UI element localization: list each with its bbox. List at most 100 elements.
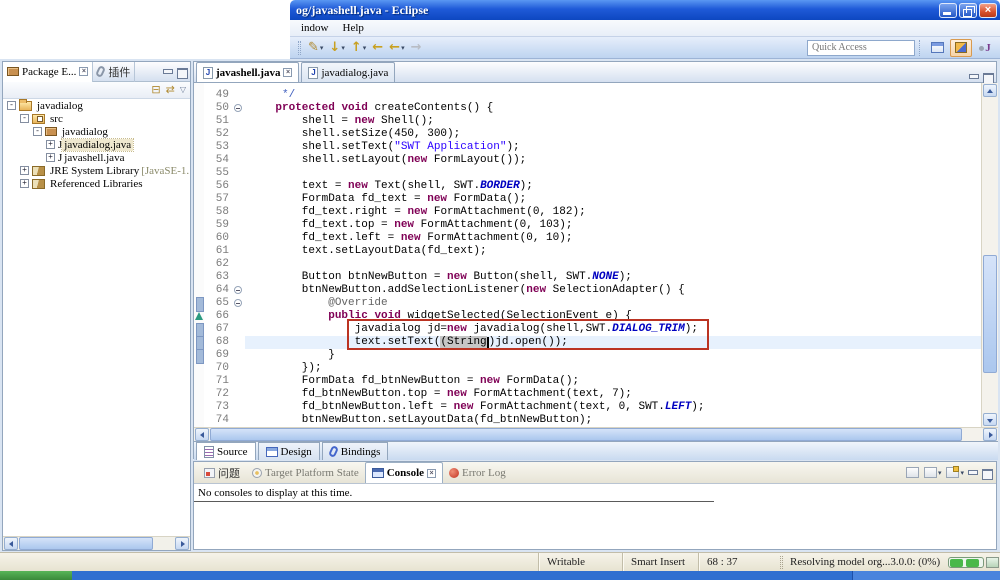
maximize-console-icon[interactable] xyxy=(981,468,992,478)
code-line[interactable]: }); xyxy=(245,362,981,375)
collapse-icon[interactable] xyxy=(234,286,242,294)
tree-item-src[interactable]: -src xyxy=(3,112,190,125)
fold-cell[interactable] xyxy=(232,102,245,115)
tree-item-javadialog[interactable]: -javadialog xyxy=(3,99,190,112)
code-line[interactable]: fd_text.top = new FormAttachment(0, 103)… xyxy=(245,219,981,232)
dropdown-arrow-icon[interactable]: ▾ xyxy=(401,44,405,52)
tree-item-referenced-libraries[interactable]: +Referenced Libraries xyxy=(3,177,190,190)
range-marker-icon[interactable] xyxy=(194,297,204,310)
close-icon[interactable]: × xyxy=(79,67,88,76)
scroll-left-icon[interactable] xyxy=(4,537,18,550)
maximize-editor-icon[interactable] xyxy=(982,72,993,82)
code-line[interactable]: fd_btnNewButton.left = new FormAttachmen… xyxy=(245,401,981,414)
tab-design[interactable]: Design xyxy=(258,442,320,460)
editor-tab-javashell-java[interactable]: Jjavashell.java× xyxy=(196,62,299,82)
link-with-editor-icon[interactable]: ⇄ xyxy=(166,83,175,97)
code-line[interactable]: protected void createContents() { xyxy=(245,102,981,115)
close-icon[interactable]: × xyxy=(283,68,292,77)
window-minimize-button[interactable] xyxy=(939,3,957,18)
window-title-bar[interactable]: og/javashell.java - Eclipse × xyxy=(290,0,1000,20)
dropdown-arrow-icon[interactable]: ▾ xyxy=(960,469,964,477)
code-text-area[interactable]: */ protected void createContents() { she… xyxy=(245,83,981,427)
tree-item-javashell-java[interactable]: +Jjavashell.java xyxy=(3,151,190,164)
expand-icon[interactable]: + xyxy=(46,140,55,149)
code-line[interactable]: text.setText((String)jd.open()); xyxy=(245,336,981,349)
progress-view-icon[interactable] xyxy=(986,557,999,568)
code-line[interactable]: */ xyxy=(245,89,981,102)
fold-cell[interactable] xyxy=(232,284,245,297)
editor-vertical-scrollbar[interactable] xyxy=(981,83,998,427)
code-line[interactable]: fd_text.right = new FormAttachment(0, 18… xyxy=(245,206,981,219)
display-console-icon[interactable] xyxy=(924,467,937,478)
run-last-tool-icon[interactable]: ✎▾ xyxy=(306,39,325,57)
tab-bindings[interactable]: Bindings xyxy=(322,442,389,460)
scroll-thumb[interactable] xyxy=(983,255,997,373)
code-editor[interactable]: 4950515253545556575859606162636465666768… xyxy=(194,83,998,427)
range-marker-icon[interactable] xyxy=(194,349,204,362)
window-close-button[interactable]: × xyxy=(979,3,997,18)
dropdown-arrow-icon[interactable]: ▾ xyxy=(320,44,324,52)
code-line[interactable] xyxy=(245,258,981,271)
dropdown-arrow-icon[interactable]: ▾ xyxy=(938,469,942,477)
fold-cell[interactable] xyxy=(232,297,245,310)
code-line[interactable]: fd_btnNewButton.top = new FormAttachment… xyxy=(245,388,981,401)
folding-ruler[interactable] xyxy=(232,83,245,427)
minimize-console-icon[interactable] xyxy=(967,468,978,478)
code-line[interactable]: fd_text.left = new FormAttachment(0, 10)… xyxy=(245,232,981,245)
expand-icon[interactable]: + xyxy=(46,153,55,162)
code-line[interactable] xyxy=(245,167,981,180)
scroll-right-icon[interactable] xyxy=(175,537,189,550)
code-line[interactable]: Button btnNewButton = new Button(shell, … xyxy=(245,271,981,284)
collapse-icon[interactable]: - xyxy=(20,114,29,123)
window-restore-button[interactable] xyxy=(959,3,977,18)
tab-target-platform-state[interactable]: Target Platform State xyxy=(246,462,365,483)
code-line[interactable]: FormData fd_text = new FormData(); xyxy=(245,193,981,206)
collapse-icon[interactable] xyxy=(234,104,242,112)
explorer-horizontal-scrollbar[interactable] xyxy=(3,536,190,550)
code-line[interactable]: text = new Text(shell, SWT.BORDER); xyxy=(245,180,981,193)
menu-item-indow[interactable]: indow xyxy=(294,21,336,35)
collapse-icon[interactable]: - xyxy=(7,101,16,110)
previous-annotation-icon[interactable]: ↑▾ xyxy=(349,39,368,57)
scroll-down-icon[interactable] xyxy=(983,413,997,426)
tree-item-jre-system-library[interactable]: +JRE System Library [JavaSE-1. xyxy=(3,164,190,177)
code-line[interactable]: @Override xyxy=(245,297,981,310)
tab-source[interactable]: Source xyxy=(196,442,256,460)
editor-tab-javadialog-java[interactable]: Jjavadialog.java xyxy=(301,62,395,82)
view-menu-icon[interactable]: ▽ xyxy=(180,83,186,97)
back-icon[interactable]: ←▾ xyxy=(387,39,406,57)
code-line[interactable]: shell.setLayout(new FormLayout()); xyxy=(245,154,981,167)
code-line[interactable]: btnNewButton.setLayoutData(fd_btnNewButt… xyxy=(245,414,981,427)
scroll-up-icon[interactable] xyxy=(983,84,997,97)
start-button[interactable] xyxy=(0,571,72,580)
code-line[interactable]: } xyxy=(245,349,981,362)
tree-item-javadialog-java[interactable]: +Jjavadialog.java xyxy=(3,138,190,151)
java-perspective-button[interactable]: J xyxy=(974,39,996,57)
open-perspective-button[interactable] xyxy=(926,39,948,57)
pin-console-icon[interactable] xyxy=(906,467,919,478)
scroll-right-icon[interactable] xyxy=(983,428,997,441)
forward-icon[interactable]: → xyxy=(409,39,424,57)
code-line[interactable]: shell = new Shell(); xyxy=(245,115,981,128)
next-annotation-icon[interactable]: ↓▾ xyxy=(327,39,346,57)
tab-package-explorer[interactable]: Package E... × xyxy=(3,62,93,82)
close-icon[interactable]: × xyxy=(427,469,436,478)
maximize-view-icon[interactable] xyxy=(176,67,187,77)
code-line[interactable]: FormData fd_btnNewButton = new FormData(… xyxy=(245,375,981,388)
code-line[interactable]: public void widgetSelected(SelectionEven… xyxy=(245,310,981,323)
dropdown-arrow-icon[interactable]: ▾ xyxy=(341,44,345,52)
arrow-marker-icon[interactable] xyxy=(194,310,204,323)
scroll-thumb[interactable] xyxy=(19,537,153,550)
code-line[interactable]: shell.setSize(450, 300); xyxy=(245,128,981,141)
menu-item-help[interactable]: Help xyxy=(336,21,371,35)
marker-ruler[interactable] xyxy=(194,83,204,427)
code-line[interactable]: javadialog jd=new javadialog(shell,SWT.D… xyxy=(245,323,981,336)
toolbar-drag-handle[interactable] xyxy=(298,41,301,55)
minimize-view-icon[interactable] xyxy=(162,67,173,77)
collapse-icon[interactable] xyxy=(234,299,242,307)
expand-icon[interactable]: + xyxy=(20,179,29,188)
range-marker-icon[interactable] xyxy=(194,336,204,349)
code-line[interactable]: shell.setText("SWT Application"); xyxy=(245,141,981,154)
minimize-editor-icon[interactable] xyxy=(968,72,979,82)
tab-console[interactable]: Console× xyxy=(365,462,443,483)
